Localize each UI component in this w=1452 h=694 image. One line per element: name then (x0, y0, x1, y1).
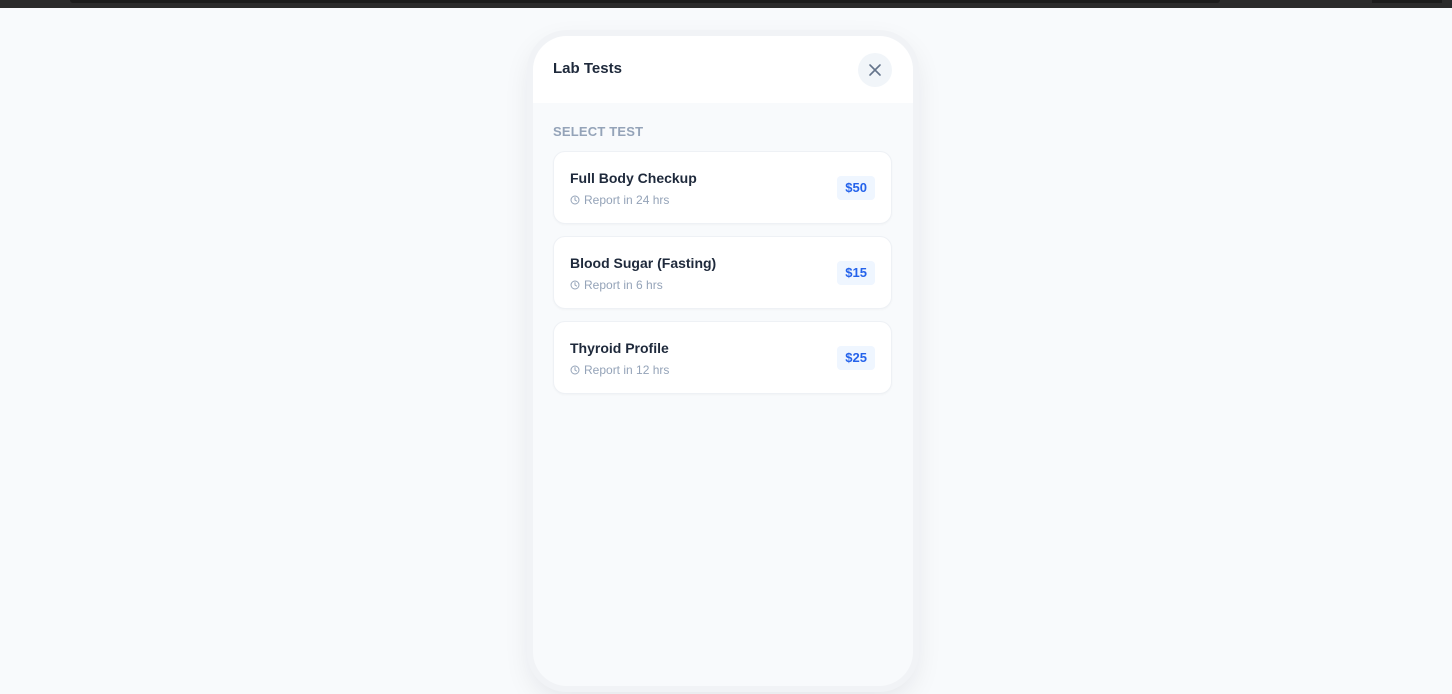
clock-icon (570, 195, 580, 205)
price-badge: $25 (837, 346, 875, 370)
report-time: Report in 6 hrs (570, 278, 663, 292)
price-badge: $50 (837, 176, 875, 200)
browser-top-bar (0, 0, 1452, 8)
test-card-thyroid-profile[interactable]: Thyroid Profile Report in 12 hrs $25 (553, 321, 892, 394)
test-name: Thyroid Profile (570, 340, 669, 356)
app-stage: Lab Tests SELECT TEST Full Body Checkup … (0, 8, 1452, 694)
price-badge: $15 (837, 261, 875, 285)
toolbar-edge (1372, 0, 1442, 3)
modal-header: Lab Tests (533, 36, 913, 103)
report-time-text: Report in 24 hrs (584, 193, 670, 207)
report-time: Report in 24 hrs (570, 193, 669, 207)
test-name: Blood Sugar (Fasting) (570, 255, 717, 271)
clock-icon (570, 365, 580, 375)
report-time: Report in 12 hrs (570, 363, 669, 377)
test-list: Full Body Checkup Report in 24 hrs $50 B… (553, 151, 892, 406)
address-bar-edge (70, 0, 1220, 3)
modal-title: Lab Tests (553, 60, 622, 77)
test-card-full-body-checkup[interactable]: Full Body Checkup Report in 24 hrs $50 (553, 151, 892, 224)
close-button[interactable] (858, 53, 892, 87)
lab-tests-modal: Lab Tests SELECT TEST Full Body Checkup … (533, 36, 913, 686)
report-time-text: Report in 6 hrs (584, 278, 663, 292)
close-icon (869, 64, 881, 76)
test-name: Full Body Checkup (570, 170, 697, 186)
report-time-text: Report in 12 hrs (584, 363, 670, 377)
clock-icon (570, 280, 580, 290)
section-label: SELECT TEST (553, 124, 644, 139)
test-card-blood-sugar[interactable]: Blood Sugar (Fasting) Report in 6 hrs $1… (553, 236, 892, 309)
